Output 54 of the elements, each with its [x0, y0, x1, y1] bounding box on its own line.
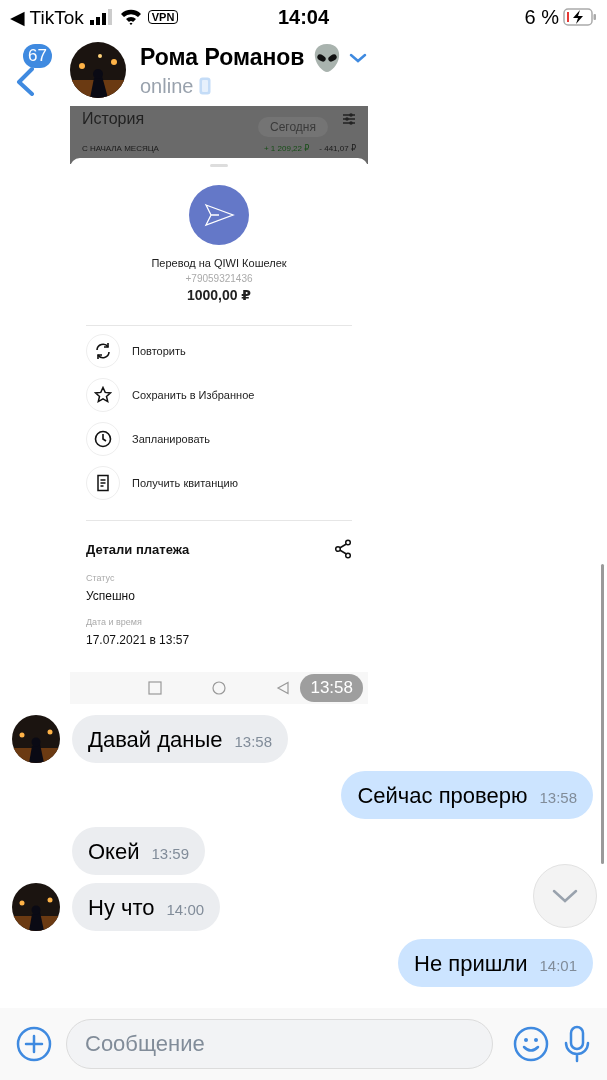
message-time-badge: 13:58 [300, 674, 363, 702]
square-nav-icon[interactable] [148, 681, 162, 695]
message-time: 13:59 [151, 845, 190, 862]
vpn-badge: VPN [147, 10, 179, 24]
triangle-nav-icon[interactable] [276, 681, 290, 695]
field-label: Дата и время [86, 617, 143, 627]
chevron-down-icon[interactable] [348, 51, 367, 64]
action-label[interactable]: Запланировать [132, 433, 211, 445]
unread-count-badge: 67 [23, 44, 52, 68]
message-text: Окей [88, 839, 140, 865]
battery-percent: 6 % [524, 5, 559, 29]
phone-number: +79059321436 [185, 273, 253, 284]
back-to-app-link[interactable]: ◀ TikTok [10, 5, 84, 29]
online-status: online [140, 74, 194, 98]
back-button[interactable]: 67 [14, 44, 66, 96]
message-time: 13:58 [539, 789, 577, 806]
contact-name: Рома Романов [140, 44, 305, 71]
paper-plane-icon [189, 185, 249, 245]
message-time: 14:01 [539, 957, 577, 974]
signal-icon [89, 9, 114, 25]
message-text: Сейчас проверю [357, 783, 528, 809]
action-label[interactable]: Получить квитанцию [132, 477, 238, 489]
field-value: Успешно [86, 589, 136, 603]
message-text: Давай даные [88, 727, 223, 753]
field-label: Статус [86, 573, 116, 583]
transfer-title: Перевод на QIWI Кошелек [151, 257, 287, 269]
chevron-down-icon[interactable] [550, 887, 580, 905]
scrollbar[interactable] [601, 564, 604, 864]
action-label[interactable]: Повторить [132, 345, 186, 357]
add-icon[interactable] [16, 1026, 52, 1062]
wifi-icon [119, 9, 142, 25]
back-chevron-icon[interactable] [14, 66, 36, 96]
action-label[interactable]: Сохранить в Избранное [132, 389, 255, 401]
smile-icon[interactable] [513, 1026, 549, 1062]
transfer-amount: 1000,00 ₽ [186, 287, 252, 303]
microphone-icon[interactable] [563, 1025, 591, 1063]
sheet-handle[interactable] [210, 164, 228, 167]
message-text: Не пришли [414, 951, 528, 977]
details-title: Детали платежа [86, 541, 190, 557]
share-icon[interactable] [334, 539, 352, 559]
message-text: Ну что [88, 895, 155, 921]
message-time: 14:00 [166, 901, 205, 918]
clock-time: 14:04 [277, 5, 330, 29]
message-time: 13:58 [234, 733, 273, 750]
screenshot-attachment[interactable] [70, 106, 368, 704]
message-input[interactable]: Сообщение [66, 1019, 493, 1069]
alien-icon [312, 42, 341, 73]
income-amount: + 1 209,22 ₽ [263, 144, 310, 153]
phone-icon [199, 77, 212, 95]
circle-nav-icon[interactable] [212, 681, 226, 695]
history-title: История [82, 110, 145, 128]
expense-amount: - 441,07 ₽ [319, 144, 356, 153]
filter-icon [342, 112, 356, 126]
field-value: 17.07.2021 в 13:57 [86, 633, 191, 647]
